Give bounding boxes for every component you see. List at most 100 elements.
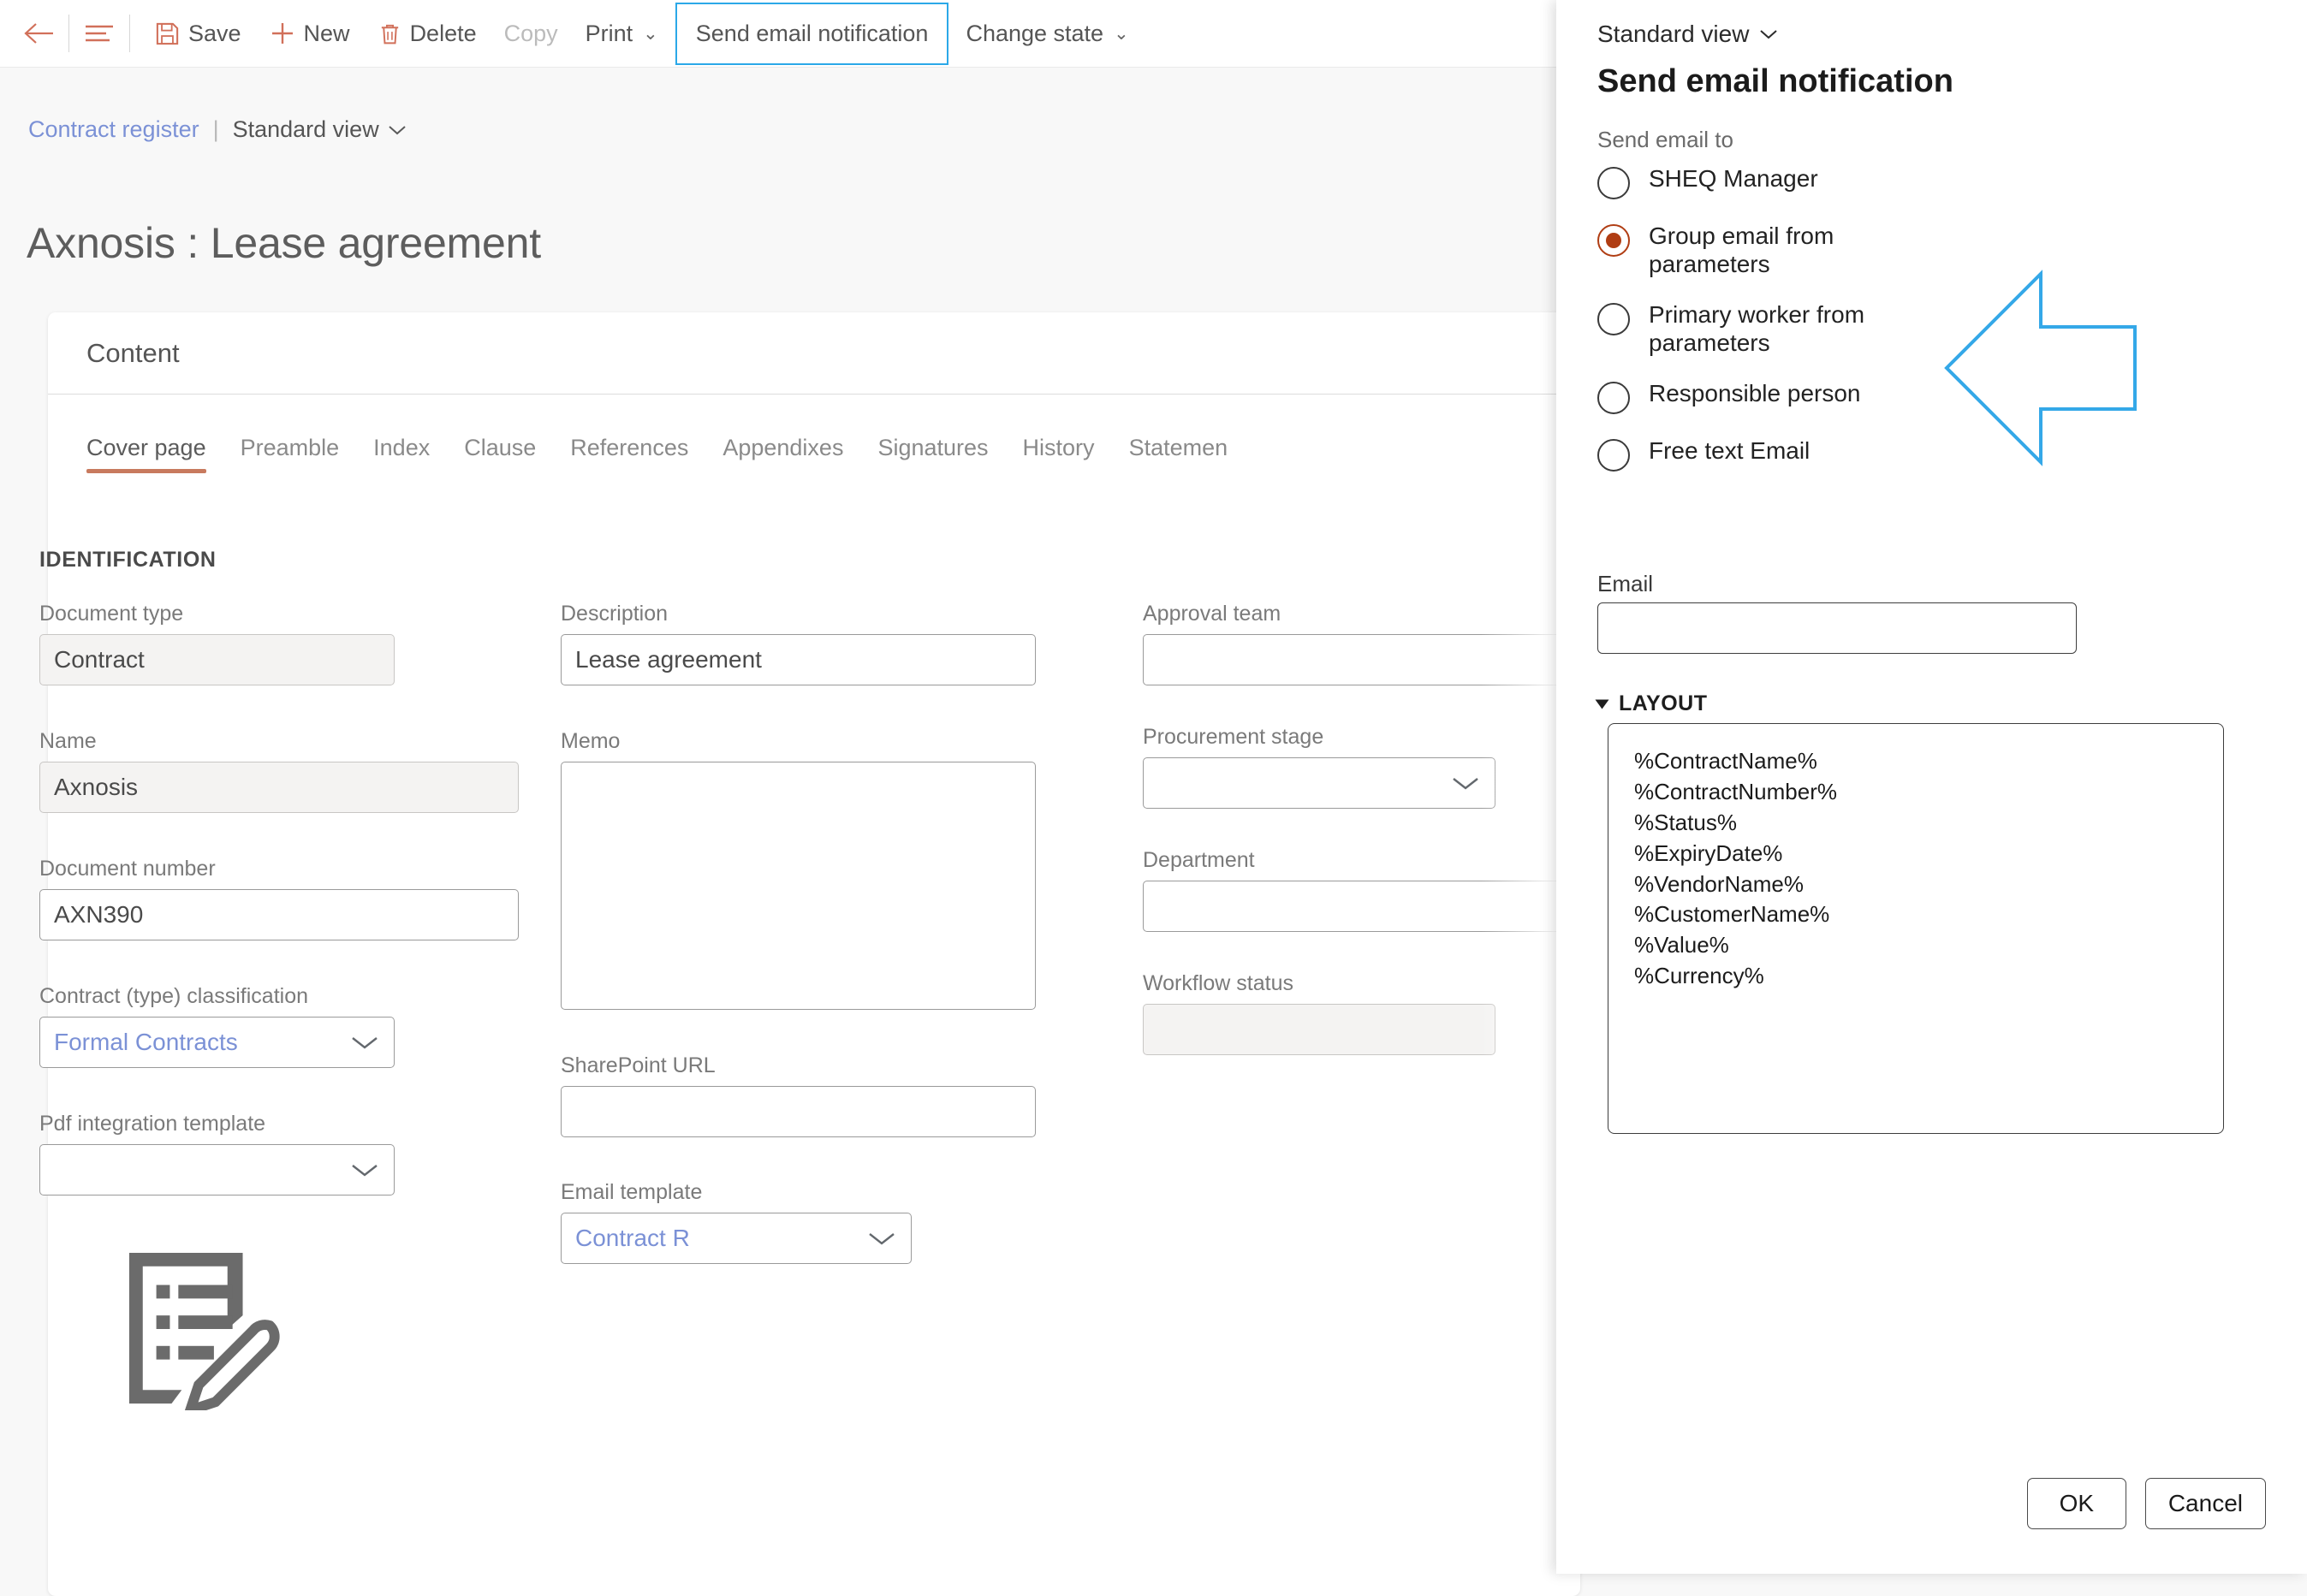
tab-references[interactable]: References [553, 435, 705, 473]
field-description: Description Lease agreement [561, 602, 1036, 685]
tab-statements[interactable]: Statemen [1112, 435, 1246, 473]
new-button[interactable]: New [255, 9, 364, 57]
tab-preamble[interactable]: Preamble [223, 435, 357, 473]
toolbar-divider-2 [129, 15, 130, 52]
radio-primary-worker-from-parameters[interactable]: Primary worker from parameters [1597, 300, 2000, 357]
memo-textarea[interactable] [561, 762, 1036, 1010]
chevron-down-icon [1760, 30, 1778, 39]
chevron-down-icon [352, 1037, 378, 1049]
chevron-down-icon-2: ⌄ [1114, 23, 1129, 44]
field-contract-classification: Contract (type) classification Formal Co… [39, 984, 395, 1068]
field-sharepoint-url-label: SharePoint URL [561, 1053, 716, 1077]
radio-group-email-from-parameters-label: Group email from parameters [1649, 222, 1834, 278]
send-email-to-radio-group: SHEQ Manager Group email from parameters… [1597, 164, 2000, 494]
panel-view-selector[interactable]: Standard view [1597, 21, 1778, 48]
arrow-left-icon [24, 23, 53, 44]
field-sharepoint-url: SharePoint URL [561, 1053, 1036, 1137]
approval-team-input[interactable] [1143, 634, 1588, 685]
copy-label: Copy [503, 20, 558, 46]
section-title-identification: IDENTIFICATION [39, 548, 217, 572]
field-name: Name Axnosis [39, 729, 519, 813]
trash-can-icon [381, 24, 398, 44]
breadcrumb-view-selector[interactable]: Standard view [233, 116, 407, 143]
email-template-select[interactable]: Contract R [561, 1213, 912, 1264]
contract-classification-value: Formal Contracts [54, 1029, 238, 1055]
radio-free-text-email[interactable]: Free text Email [1597, 436, 2000, 472]
name-input[interactable]: Axnosis [39, 762, 519, 813]
radio-responsible-person[interactable]: Responsible person [1597, 379, 2000, 415]
workflow-status-input[interactable] [1143, 1004, 1495, 1055]
tab-appendixes[interactable]: Appendixes [705, 435, 860, 473]
contract-classification-select[interactable]: Formal Contracts [39, 1017, 395, 1068]
new-label: New [303, 20, 350, 46]
change-state-button[interactable]: Change state ⌄ [952, 9, 1142, 57]
navigation-menu-button[interactable] [80, 9, 119, 57]
field-approval-team: Approval team [1143, 602, 1588, 685]
cancel-button[interactable]: Cancel [2144, 1478, 2266, 1529]
tab-bar: Cover page Preamble Index Clause Referen… [48, 395, 1580, 473]
change-state-label: Change state [966, 20, 1104, 46]
toolbar-divider [68, 15, 69, 52]
save-label: Save [188, 20, 241, 46]
panel-view-label: Standard view [1597, 21, 1750, 47]
sharepoint-url-input[interactable] [561, 1086, 1036, 1137]
tab-signatures[interactable]: Signatures [860, 435, 1005, 473]
radio-button-icon [1597, 167, 1630, 199]
delete-label: Delete [409, 20, 477, 46]
procurement-stage-select[interactable] [1143, 757, 1495, 809]
radio-sheq-manager[interactable]: SHEQ Manager [1597, 164, 2000, 199]
document-number-input[interactable]: AXN390 [39, 889, 519, 940]
panel-title: Send email notification [1597, 63, 1953, 99]
department-input[interactable] [1143, 881, 1588, 932]
field-department: Department [1143, 848, 1588, 932]
breadcrumb-separator: | [212, 116, 219, 142]
delete-button[interactable]: Delete [364, 9, 491, 57]
breadcrumb-link-contract-register[interactable]: Contract register [28, 116, 199, 143]
radio-group-email-from-parameters[interactable]: Group email from parameters [1597, 222, 2000, 278]
save-button[interactable]: Save [140, 9, 255, 57]
field-name-label: Name [39, 729, 97, 753]
radio-button-icon-4 [1597, 439, 1630, 472]
field-pdf-template: Pdf integration template [39, 1112, 395, 1196]
field-workflow-status-label: Workflow status [1143, 971, 1293, 995]
panel-email-label: Email [1597, 571, 1654, 596]
radio-free-text-email-label: Free text Email [1649, 437, 1811, 465]
send-email-notification-button[interactable]: Send email notification [675, 2, 949, 65]
send-email-notification-label: Send email notification [695, 20, 929, 46]
back-button[interactable] [19, 9, 58, 57]
document-edit-icon [120, 1248, 291, 1419]
breadcrumb-view-label: Standard view [232, 116, 379, 142]
hamburger-menu-icon [86, 25, 113, 42]
field-memo-label: Memo [561, 729, 621, 753]
field-department-label: Department [1143, 848, 1255, 872]
print-button[interactable]: Print ⌄ [572, 9, 672, 57]
chevron-down-icon [869, 1233, 895, 1245]
field-document-number-label: Document number [39, 857, 216, 881]
field-description-label: Description [561, 602, 669, 626]
chevron-down-icon [389, 125, 406, 134]
field-document-type-label: Document type [39, 602, 184, 626]
content-card-header: Content [48, 312, 1580, 395]
tab-cover-page[interactable]: Cover page [86, 435, 223, 473]
document-type-input[interactable]: Contract [39, 634, 395, 685]
pdf-template-select[interactable] [39, 1144, 395, 1196]
field-email-template-label: Email template [561, 1180, 703, 1204]
content-card-title: Content [86, 337, 180, 368]
field-workflow-status: Workflow status [1143, 971, 1495, 1055]
plus-icon [271, 23, 293, 44]
chevron-down-icon [352, 1165, 378, 1177]
field-email-template: Email template Contract R [561, 1180, 912, 1264]
breadcrumb: Contract register | Standard view [28, 116, 407, 143]
chevron-down-icon [1453, 778, 1478, 790]
description-input[interactable]: Lease agreement [561, 634, 1036, 685]
tab-clause[interactable]: Clause [447, 435, 553, 473]
layout-textarea[interactable]: %ContractName% %ContractNumber% %Status%… [1608, 723, 2224, 1134]
layout-section-toggle[interactable]: LAYOUT [1595, 691, 1707, 716]
floppy-disk-save-icon [156, 22, 179, 44]
ok-button[interactable]: OK [2026, 1478, 2126, 1529]
tab-history[interactable]: History [1006, 435, 1112, 473]
panel-email-input[interactable] [1597, 602, 2077, 654]
radio-button-selected-icon [1597, 224, 1630, 257]
tab-index[interactable]: Index [356, 435, 447, 473]
chevron-down-icon: ⌄ [643, 23, 658, 44]
